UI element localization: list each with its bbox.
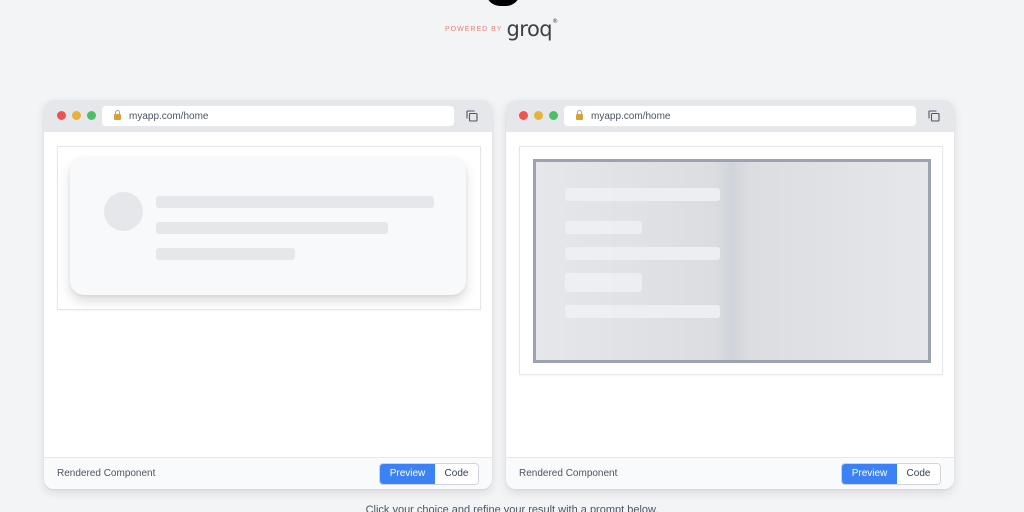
footer-label: Rendered Component [57,468,156,479]
skeleton-card [70,158,466,295]
powered-by-text: POWERED BY [445,26,503,33]
registered-mark: ® [552,18,558,25]
shimmer-panel [533,159,931,363]
page-title-glyph [486,0,520,6]
skeleton-line [156,196,434,208]
url-text: myapp.com/home [129,110,209,122]
skeleton-line [565,305,720,318]
close-dot-icon [57,111,66,120]
instruction-text: Click your choice and refine your result… [365,504,659,512]
minimize-dot-icon [72,111,81,120]
skeleton-line [156,248,295,260]
page: POWERED BY groq® myapp.com/home Rendered… [0,0,1024,512]
skeleton-line [565,188,720,201]
view-toggle: Preview Code [841,463,941,485]
copy-icon[interactable] [928,110,940,122]
browser-preview-left[interactable]: myapp.com/home Rendered Component Previe… [44,100,492,489]
skeleton-line [156,222,388,234]
maximize-dot-icon [87,111,96,120]
powered-by-badge: POWERED BY groq® [445,19,558,40]
preview-button[interactable]: Preview [380,464,435,484]
panel-footer: Rendered Component Preview Code [44,457,492,489]
panel-footer: Rendered Component Preview Code [506,457,954,489]
skeleton-line [565,247,720,260]
lock-icon [114,110,121,120]
browser-chrome: myapp.com/home [506,100,954,132]
code-button[interactable]: Code [435,464,478,484]
groq-logo: groq® [506,17,558,41]
browser-chrome: myapp.com/home [44,100,492,132]
url-bar: myapp.com/home [564,106,916,126]
skeleton-avatar [104,192,143,231]
footer-label: Rendered Component [519,468,618,479]
url-bar: myapp.com/home [102,106,454,126]
minimize-dot-icon [534,111,543,120]
code-button[interactable]: Code [897,464,940,484]
skeleton-line [565,273,642,292]
component-frame [519,146,943,375]
preview-viewport [506,132,954,458]
preview-button[interactable]: Preview [842,464,897,484]
url-text: myapp.com/home [591,110,671,122]
close-dot-icon [519,111,528,120]
skeleton-line [565,221,642,234]
maximize-dot-icon [549,111,558,120]
copy-icon[interactable] [466,110,478,122]
lock-icon [576,110,583,120]
view-toggle: Preview Code [379,463,479,485]
component-frame [57,146,481,310]
browser-preview-right[interactable]: myapp.com/home Rendered Component Previe… [506,100,954,489]
groq-logo-text: groq [506,17,553,41]
preview-viewport [44,132,492,458]
